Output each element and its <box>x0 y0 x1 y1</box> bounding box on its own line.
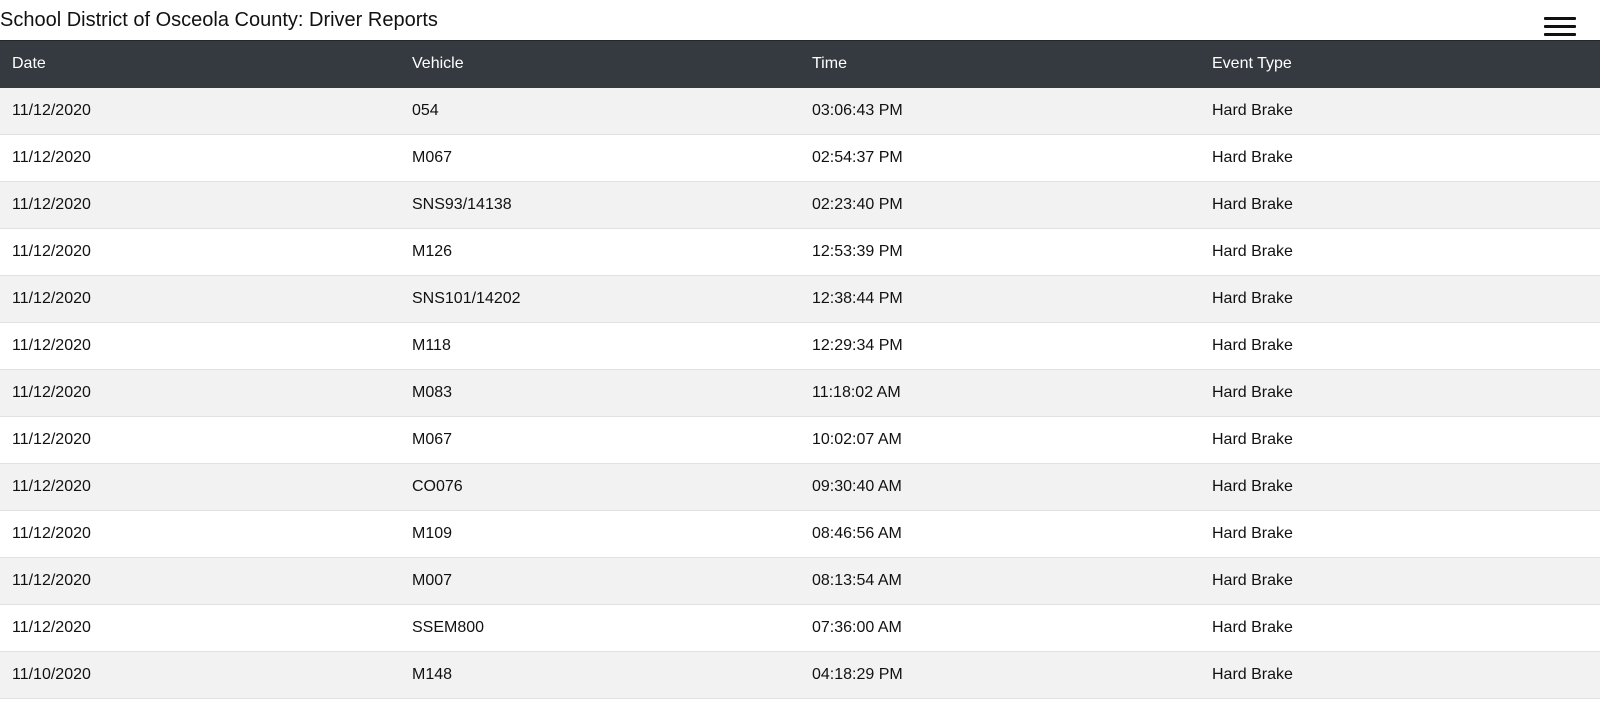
cell-date: 11/12/2020 <box>0 369 400 417</box>
cell-time: 11:18:02 AM <box>800 369 1200 417</box>
cell-vehicle: SSEM800 <box>400 604 800 652</box>
table-row[interactable]: 11/12/2020 SSEM800 07:36:00 AM Hard Brak… <box>0 604 1600 652</box>
table-row[interactable]: 11/12/2020 054 03:06:43 PM Hard Brake <box>0 87 1600 135</box>
cell-event-type: Hard Brake <box>1200 275 1600 323</box>
column-header-date[interactable]: Date <box>0 40 400 88</box>
cell-date: 11/12/2020 <box>0 228 400 276</box>
cell-date: 11/10/2020 <box>0 651 400 699</box>
cell-date: 11/12/2020 <box>0 416 400 464</box>
table-row[interactable]: 11/12/2020 M126 12:53:39 PM Hard Brake <box>0 228 1600 276</box>
column-header-time[interactable]: Time <box>800 40 1200 88</box>
hamburger-menu-icon[interactable] <box>1544 15 1576 39</box>
table-row[interactable]: 11/12/2020 M007 08:13:54 AM Hard Brake <box>0 557 1600 605</box>
cell-time: 12:53:39 PM <box>800 228 1200 276</box>
top-bar: School District of Osceola County: Drive… <box>0 0 1600 40</box>
cell-date: 11/12/2020 <box>0 604 400 652</box>
table-row[interactable]: 11/10/2020 M148 04:18:29 PM Hard Brake <box>0 651 1600 699</box>
menu-bar-line <box>1544 25 1576 28</box>
cell-date: 11/12/2020 <box>0 87 400 135</box>
cell-event-type: Hard Brake <box>1200 87 1600 135</box>
cell-event-type: Hard Brake <box>1200 604 1600 652</box>
cell-date: 11/12/2020 <box>0 463 400 511</box>
cell-event-type: Hard Brake <box>1200 557 1600 605</box>
cell-vehicle: SNS93/14138 <box>400 181 800 229</box>
cell-event-type: Hard Brake <box>1200 134 1600 182</box>
table-row[interactable]: 11/12/2020 M118 12:29:34 PM Hard Brake <box>0 322 1600 370</box>
cell-vehicle: M007 <box>400 557 800 605</box>
cell-time: 07:36:00 AM <box>800 604 1200 652</box>
driver-reports-table: Date Vehicle Time Event Type 11/12/2020 … <box>0 40 1600 699</box>
cell-event-type: Hard Brake <box>1200 369 1600 417</box>
cell-date: 11/12/2020 <box>0 322 400 370</box>
cell-vehicle: M148 <box>400 651 800 699</box>
table-row[interactable]: 11/12/2020 CO076 09:30:40 AM Hard Brake <box>0 463 1600 511</box>
cell-event-type: Hard Brake <box>1200 651 1600 699</box>
cell-time: 09:30:40 AM <box>800 463 1200 511</box>
cell-time: 08:13:54 AM <box>800 557 1200 605</box>
cell-vehicle: M118 <box>400 322 800 370</box>
table-header-row: Date Vehicle Time Event Type <box>0 40 1600 88</box>
cell-event-type: Hard Brake <box>1200 322 1600 370</box>
cell-time: 08:46:56 AM <box>800 510 1200 558</box>
cell-date: 11/12/2020 <box>0 557 400 605</box>
cell-time: 02:23:40 PM <box>800 181 1200 229</box>
menu-bar-line <box>1544 33 1576 36</box>
table-row[interactable]: 11/12/2020 M109 08:46:56 AM Hard Brake <box>0 510 1600 558</box>
cell-time: 03:06:43 PM <box>800 87 1200 135</box>
cell-vehicle: M109 <box>400 510 800 558</box>
cell-time: 12:29:34 PM <box>800 322 1200 370</box>
cell-time: 10:02:07 AM <box>800 416 1200 464</box>
table-row[interactable]: 11/12/2020 M083 11:18:02 AM Hard Brake <box>0 369 1600 417</box>
cell-event-type: Hard Brake <box>1200 463 1600 511</box>
cell-event-type: Hard Brake <box>1200 416 1600 464</box>
cell-time: 02:54:37 PM <box>800 134 1200 182</box>
table-row[interactable]: 11/12/2020 SNS93/14138 02:23:40 PM Hard … <box>0 181 1600 229</box>
cell-date: 11/12/2020 <box>0 275 400 323</box>
cell-vehicle: M067 <box>400 134 800 182</box>
table-row[interactable]: 11/12/2020 SNS101/14202 12:38:44 PM Hard… <box>0 275 1600 323</box>
cell-vehicle: M083 <box>400 369 800 417</box>
cell-vehicle: 054 <box>400 87 800 135</box>
column-header-event-type[interactable]: Event Type <box>1200 40 1600 88</box>
table-row[interactable]: 11/12/2020 M067 02:54:37 PM Hard Brake <box>0 134 1600 182</box>
cell-time: 04:18:29 PM <box>800 651 1200 699</box>
cell-event-type: Hard Brake <box>1200 181 1600 229</box>
table-row[interactable]: 11/12/2020 M067 10:02:07 AM Hard Brake <box>0 416 1600 464</box>
table-header: Date Vehicle Time Event Type <box>0 40 1600 88</box>
cell-event-type: Hard Brake <box>1200 228 1600 276</box>
cell-event-type: Hard Brake <box>1200 510 1600 558</box>
column-header-vehicle[interactable]: Vehicle <box>400 40 800 88</box>
cell-date: 11/12/2020 <box>0 134 400 182</box>
menu-bar-line <box>1544 17 1576 20</box>
table-body: 11/12/2020 054 03:06:43 PM Hard Brake 11… <box>0 87 1600 699</box>
page-title: School District of Osceola County: Drive… <box>0 9 438 31</box>
cell-vehicle: SNS101/14202 <box>400 275 800 323</box>
cell-vehicle: M067 <box>400 416 800 464</box>
cell-vehicle: M126 <box>400 228 800 276</box>
cell-date: 11/12/2020 <box>0 181 400 229</box>
cell-vehicle: CO076 <box>400 463 800 511</box>
cell-time: 12:38:44 PM <box>800 275 1200 323</box>
cell-date: 11/12/2020 <box>0 510 400 558</box>
